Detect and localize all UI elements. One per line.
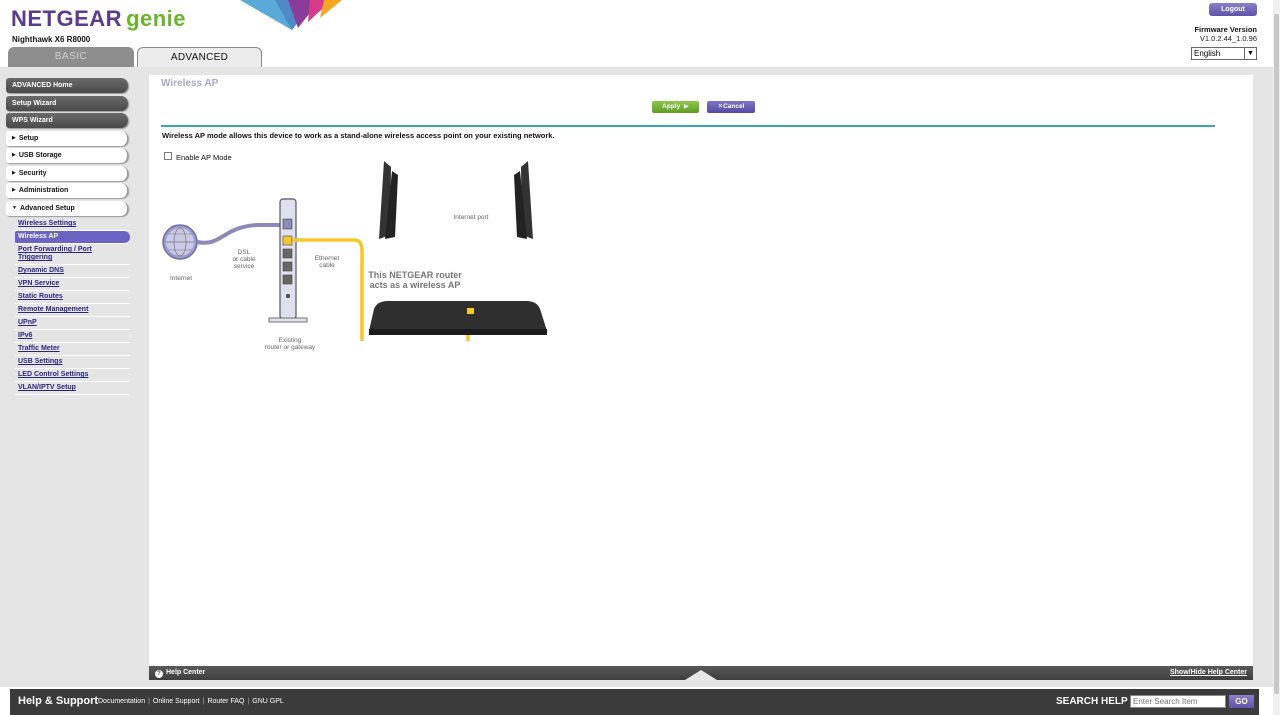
menu-security[interactable]: ▶ Security [6, 165, 128, 181]
footer-links: Documentation | Online Support | Router FAQ |… [98, 698, 284, 705]
netgear-logo: NETGEAR genie [11, 6, 186, 32]
diagram-ethernet-label: Ethernet cable [314, 255, 340, 269]
sidebar-item-dynamic-dns[interactable]: Dynamic DNS [15, 265, 130, 278]
sidebar-item-port-forwarding[interactable]: Port Forwarding / Port Triggering [15, 244, 130, 265]
advanced-setup-submenu: Wireless Settings Wireless AP Port Forwa… [6, 218, 130, 395]
footer-link-gnu-gpl[interactable]: GNU GPL [252, 698, 284, 705]
link-separator: | [148, 698, 150, 705]
main-content: Wireless AP Apply ▶ ✕Cancel Wireless AP … [149, 75, 1253, 666]
sidebar-item-wireless-settings[interactable]: Wireless Settings [15, 218, 130, 231]
firmware-label: Firmware Version [1194, 25, 1257, 34]
menu-advanced-setup[interactable]: ▼ Advanced Setup [6, 200, 128, 216]
page-title: Wireless AP [161, 78, 219, 89]
sidebar-item-static-routes[interactable]: Static Routes [15, 291, 130, 304]
link-separator: | [202, 698, 205, 705]
scrollbar-thumb[interactable] [1274, 14, 1279, 694]
footer: Help & Support Documentation | Online Supp… [10, 689, 1259, 715]
triangle-right-icon: ▶ [12, 134, 16, 141]
sidebar-item-upnp[interactable]: UPnP [15, 317, 130, 330]
triangle-down-icon: ▼ [12, 204, 17, 211]
sidebar-item-wireless-ap[interactable]: Wireless AP [15, 231, 130, 244]
language-select[interactable]: English ▼ [1191, 47, 1257, 60]
menu-setup[interactable]: ▶ Setup [6, 130, 128, 146]
sidebar-item-traffic-meter[interactable]: Traffic Meter [15, 343, 130, 356]
enable-ap-checkbox[interactable] [164, 152, 172, 160]
sidebar-item-usb-settings[interactable]: USB Settings [15, 356, 130, 369]
footer-link-router-faq[interactable]: Router FAQ [207, 698, 244, 705]
netgear-router-icon [369, 161, 547, 335]
footer-title: Help & Support [18, 695, 99, 707]
sidebar-item-vlan-iptv[interactable]: VLAN/IPTV Setup [15, 382, 130, 395]
logo-primary: NETGEAR [11, 6, 123, 31]
menu-advanced-home[interactable]: ADVANCED Home [6, 78, 128, 93]
tab-advanced[interactable]: ADVANCED [137, 47, 262, 68]
triangle-right-icon: ▶ [12, 169, 16, 176]
sidebar-item-led-control[interactable]: LED Control Settings [15, 369, 130, 382]
brand-graphic-icon [240, 0, 342, 30]
triangle-right-icon: ▶ [12, 187, 16, 193]
header: NETGEAR genie Nighthawk X6 R8000 BASIC AD… [0, 0, 1280, 68]
divider [161, 125, 1215, 127]
diagram-caption: This NETGEAR router acts as a wireless A… [368, 270, 462, 290]
mode-description: Wireless AP mode allows this device to w… [162, 131, 555, 140]
logo-secondary: genie [126, 6, 187, 31]
logout-button[interactable]: Logout [1209, 3, 1257, 16]
apply-button[interactable]: Apply ▶ [652, 101, 699, 113]
go-button[interactable]: GO [1229, 695, 1254, 708]
sidebar: ADVANCED Home Setup Wizard WPS Wizard ▶ S… [6, 78, 130, 395]
diagram-internet-label: Internet [170, 275, 193, 282]
wireless-ap-diagram [162, 161, 547, 341]
tab-basic[interactable]: BASIC [8, 47, 134, 67]
language-selected: English [1194, 49, 1221, 58]
menu-advanced-setup-label: Advanced Setup [19, 204, 75, 212]
sidebar-item-remote-management[interactable]: Remote Management [15, 304, 130, 317]
footer-link-online-support[interactable]: Online Support [153, 698, 200, 705]
scrollbar[interactable] [1273, 0, 1280, 715]
triangle-right-icon: ▶ [12, 152, 16, 158]
help-center-bar: ? Help Center Show/Hide Help Center [149, 666, 1253, 680]
apply-button-label: Apply [662, 103, 681, 110]
menu-setup-label: Setup [18, 134, 39, 142]
link-separator: | [247, 698, 250, 705]
chevron-down-icon: ▼ [1244, 48, 1256, 59]
search-input[interactable] [1130, 695, 1226, 708]
menu-usb-storage-label: USB Storage [18, 152, 62, 159]
footer-link-documentation[interactable]: Documentation [98, 698, 145, 705]
help-center-link[interactable]: ? Help Center [155, 669, 205, 678]
menu-wps-wizard[interactable]: WPS Wizard [6, 113, 128, 128]
globe-icon [162, 224, 198, 260]
menu-administration-label: Administration [18, 187, 69, 194]
show-hide-help-link[interactable]: Show/Hide Help Center [1170, 669, 1247, 676]
help-center-label: Help Center [166, 669, 206, 676]
menu-security-label: Security [18, 169, 47, 177]
diagram-existing-router-label: Existing router or gateway [264, 337, 316, 351]
existing-router-icon [268, 198, 308, 323]
model-name: Nighthawk X6 R8000 [12, 35, 91, 44]
menu-setup-wizard[interactable]: Setup Wizard [6, 95, 128, 111]
search-help-label: SEARCH HELP [1056, 696, 1128, 707]
question-icon: ? [155, 670, 163, 678]
cancel-button-label: Cancel [723, 103, 745, 110]
firmware-version: V1.0.2.44_1.0.96 [1199, 34, 1257, 43]
diagram-internet-port-label: Internet port [453, 214, 489, 221]
cancel-button[interactable]: ✕Cancel [707, 101, 755, 113]
play-arrow-icon: ▶ [682, 103, 689, 110]
menu-usb-storage[interactable]: ▶ USB Storage [6, 148, 128, 163]
menu-administration[interactable]: ▶ Administration [6, 183, 128, 198]
diagram-dsl-label: DSL or cable service [232, 249, 256, 270]
sidebar-item-ipv6[interactable]: IPv6 [15, 330, 130, 343]
chevron-up-icon[interactable] [685, 669, 717, 680]
sidebar-item-vpn-service[interactable]: VPN Service [15, 278, 130, 291]
